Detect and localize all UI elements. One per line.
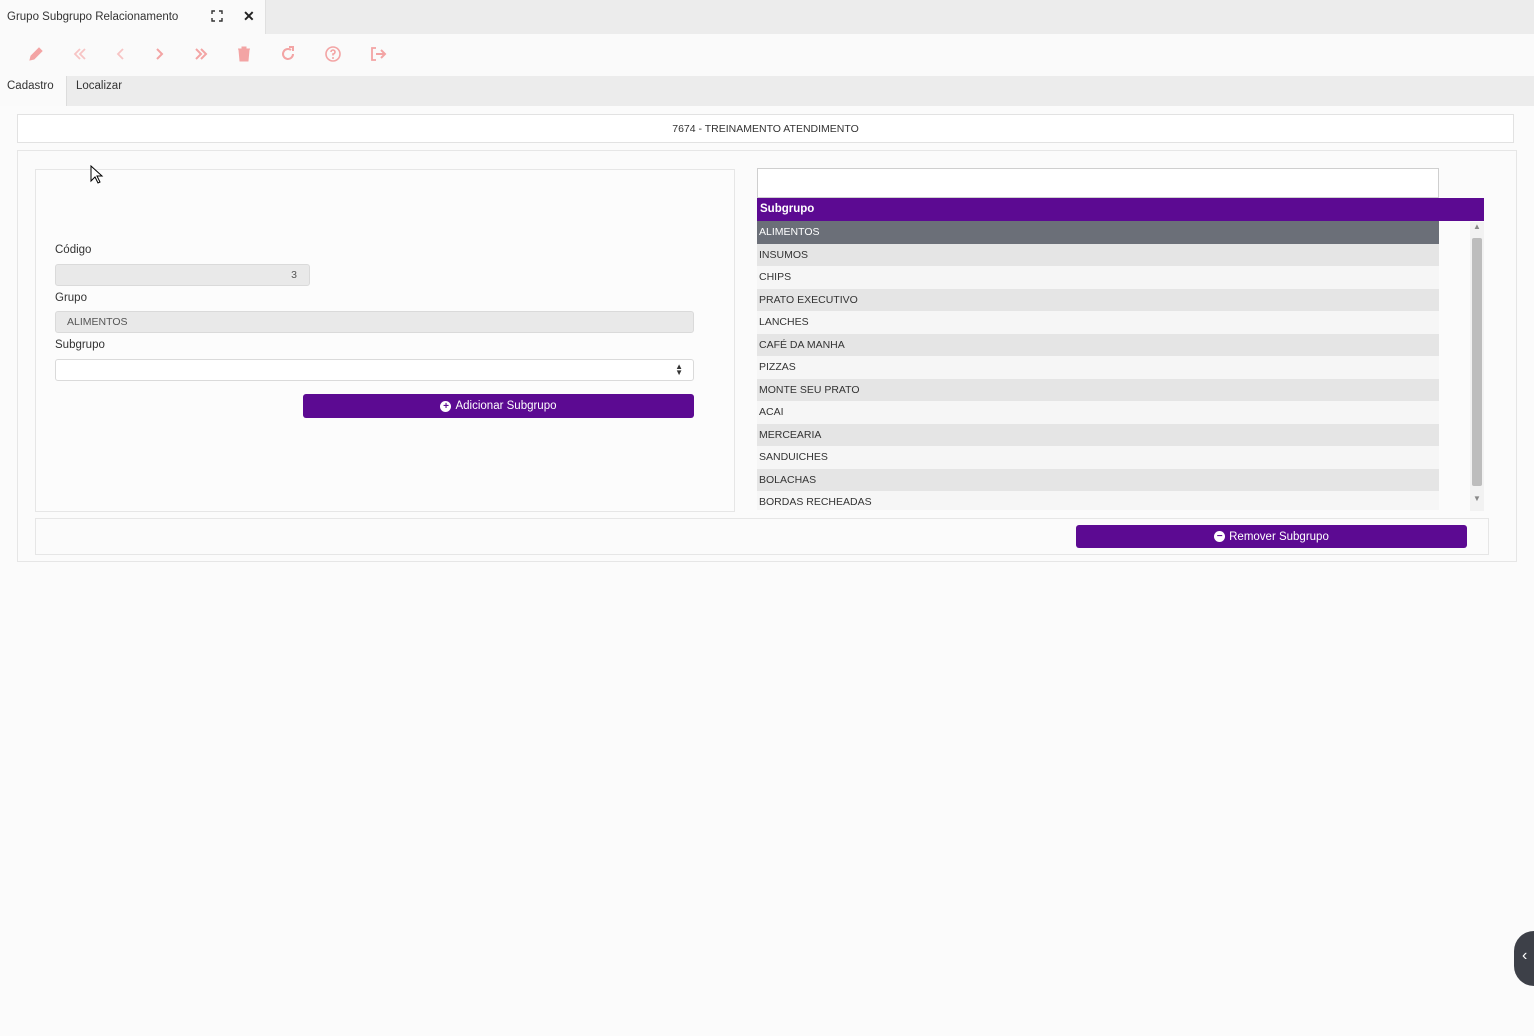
window-title: Grupo Subgrupo Relacionamento xyxy=(7,11,179,23)
side-panel-toggle[interactable]: ‹ xyxy=(1514,931,1534,986)
form-panel xyxy=(35,169,735,512)
list-item[interactable]: BOLACHAS xyxy=(757,468,1439,491)
scroll-down-icon[interactable]: ▼ xyxy=(1472,494,1482,508)
scroll-up-icon[interactable]: ▲ xyxy=(1472,222,1482,236)
maximize-icon[interactable] xyxy=(211,10,223,22)
exit-icon[interactable] xyxy=(368,44,388,64)
mouse-cursor-icon xyxy=(90,165,104,184)
trash-icon[interactable] xyxy=(234,44,254,64)
pencil-icon[interactable] xyxy=(26,44,46,64)
list-item[interactable]: MONTE SEU PRATO xyxy=(757,378,1439,401)
window-tab[interactable]: Grupo Subgrupo Relacionamento ✕ xyxy=(0,0,266,34)
previous-icon[interactable] xyxy=(111,44,131,64)
first-page-icon[interactable] xyxy=(70,44,90,64)
subgroup-list: ALIMENTOS INSUMOS CHIPS PRATO EXECUTIVO … xyxy=(757,221,1439,510)
list-item[interactable]: ALIMENTOS xyxy=(757,221,1439,244)
company-bar: 7674 - TREINAMENTO ATENDIMENTO xyxy=(17,114,1514,143)
minus-circle-icon: − xyxy=(1214,531,1226,542)
list-item[interactable]: LANCHES xyxy=(757,311,1439,334)
codigo-field: 3 xyxy=(55,264,310,286)
list-item[interactable]: ACAI xyxy=(757,401,1439,424)
grupo-value: ALIMENTOS xyxy=(67,316,128,328)
add-subgroup-label: Adicionar Subgrupo xyxy=(455,400,557,412)
list-item[interactable]: CAFÉ DA MANHA xyxy=(757,333,1439,356)
list-item[interactable]: CHIPS xyxy=(757,266,1439,289)
help-icon[interactable] xyxy=(323,44,343,64)
next-icon[interactable] xyxy=(149,44,169,64)
remove-subgroup-label: Remover Subgrupo xyxy=(1229,530,1329,543)
form-tabs: Cadastro Localizar xyxy=(0,76,1534,106)
list-search-input[interactable] xyxy=(757,168,1439,198)
tab-localizar[interactable]: Localizar xyxy=(69,76,129,106)
subgrupo-label: Subgrupo xyxy=(55,339,105,351)
codigo-value: 3 xyxy=(291,269,297,281)
scroll-thumb[interactable] xyxy=(1472,238,1482,486)
close-icon[interactable]: ✕ xyxy=(243,8,255,24)
add-subgroup-button[interactable]: + Adicionar Subgrupo xyxy=(303,394,694,418)
list-item[interactable]: MERCEARIA xyxy=(757,423,1439,446)
list-item[interactable]: BORDAS RECHEADAS xyxy=(757,491,1439,510)
subgrupo-select[interactable]: ▲ ▼ xyxy=(55,359,694,381)
last-page-icon[interactable] xyxy=(191,44,211,64)
tab-cadastro[interactable]: Cadastro xyxy=(0,76,67,106)
codigo-label: Código xyxy=(55,244,92,256)
chevron-left-icon: ‹ xyxy=(1522,947,1528,964)
list-header[interactable]: Subgrupo xyxy=(757,198,1484,221)
window-tab-bar: Grupo Subgrupo Relacionamento ✕ xyxy=(0,0,1534,34)
list-item[interactable]: PIZZAS xyxy=(757,356,1439,379)
grupo-label: Grupo xyxy=(55,292,87,304)
plus-circle-icon: + xyxy=(440,400,452,412)
list-item[interactable]: INSUMOS xyxy=(757,243,1439,266)
remove-subgroup-button[interactable]: − Remover Subgrupo xyxy=(1076,525,1467,548)
refresh-icon[interactable] xyxy=(278,44,298,64)
grupo-field: ALIMENTOS xyxy=(55,311,694,333)
list-item[interactable]: PRATO EXECUTIVO xyxy=(757,288,1439,311)
select-arrows-icon: ▲ ▼ xyxy=(675,362,683,377)
toolbar xyxy=(0,34,1534,76)
list-item[interactable]: SANDUICHES xyxy=(757,446,1439,469)
